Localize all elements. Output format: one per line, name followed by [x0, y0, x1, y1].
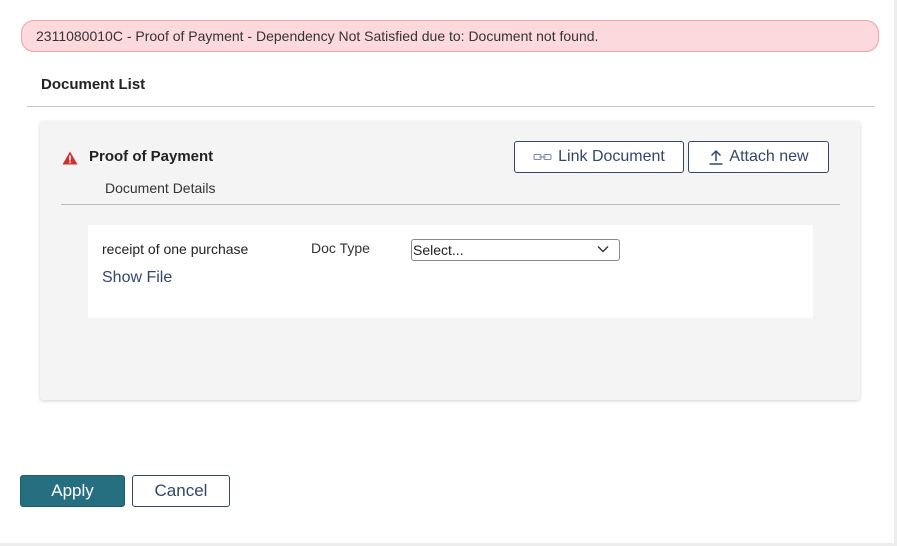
doc-type-select[interactable]: Select...: [411, 239, 620, 261]
warning-icon: [62, 151, 78, 165]
link-document-label: Link Document: [558, 148, 665, 165]
upload-icon: [708, 149, 724, 165]
document-title: Proof of Payment: [89, 148, 214, 165]
link-document-button[interactable]: Link Document: [514, 141, 684, 173]
link-icon: [533, 152, 553, 162]
attach-new-button[interactable]: Attach new: [688, 141, 829, 173]
document-details-label: Document Details: [105, 180, 216, 196]
attach-new-label: Attach new: [729, 148, 809, 165]
document-list-title: Document List: [41, 76, 146, 93]
document-file-panel: receipt of one purchase Show File Doc Ty…: [88, 225, 813, 318]
apply-button[interactable]: Apply: [20, 475, 125, 507]
show-file-link[interactable]: Show File: [102, 269, 172, 287]
chevron-down-icon: [597, 246, 609, 253]
file-name: receipt of one purchase: [102, 241, 249, 257]
document-card: Proof of Payment Document Details Link D…: [40, 121, 860, 400]
card-divider: [61, 204, 840, 205]
section-divider: [27, 106, 874, 107]
doc-type-label: Doc Type: [311, 240, 370, 256]
error-alert: 2311080010C - Proof of Payment - Depende…: [21, 20, 879, 52]
alert-message: 2311080010C - Proof of Payment - Depende…: [36, 28, 599, 44]
doc-type-selected-value: Select...: [413, 242, 464, 258]
cancel-button[interactable]: Cancel: [132, 475, 230, 507]
dialog: 2311080010C - Proof of Payment - Depende…: [0, 0, 894, 543]
